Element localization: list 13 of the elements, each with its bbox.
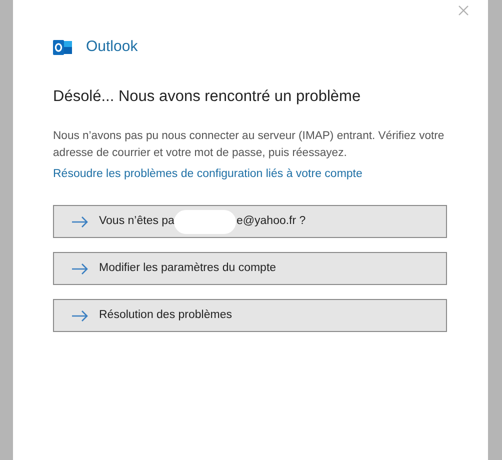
app-logo-icon [53,38,72,56]
error-heading: Désolé... Nous avons rencontré un problème [53,86,362,106]
action-button[interactable]: Résolution des problèmes [53,299,447,332]
error-message: Nous n’avons pas pu nous connecter au serveur (IMAP) entrant. Vérifiez votre adresse de courrier et votre mot de passe, puis réessayez. [53,128,446,161]
arrow-icon [71,262,89,274]
arrow-icon [71,310,89,322]
action-button[interactable]: Modifier les paramètres du compte [53,252,447,285]
arrow-icon [71,216,89,228]
close-icon[interactable] [458,5,469,16]
redaction-mark [174,210,236,234]
app-title: Outlook [86,37,138,57]
action-button[interactable]: Vous n’êtes pa e@yahoo.fr ? [53,205,447,238]
help-link[interactable]: Résoudre les problèmes de configuration liés à votre compte [53,166,447,183]
